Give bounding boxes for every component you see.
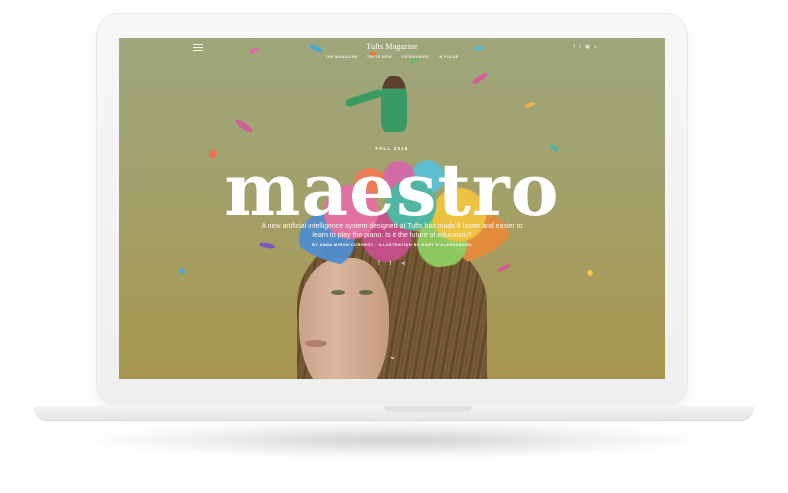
nav-link-categories[interactable]: CATEGORIES [401, 55, 429, 59]
face-illustration [299, 258, 389, 379]
conductor-figure [381, 76, 407, 132]
nav-link-magazine[interactable]: THE MAGAZINE [325, 55, 357, 59]
article-byline: BY ANNA MIRON·CORGEOT · ILLUSTRATION BY … [312, 243, 472, 247]
laptop-mockup: Tufts Magazine THE MAGAZINE TUFTS NOW CA… [0, 0, 788, 493]
chevron-down-icon[interactable]: ⌄ [388, 352, 397, 361]
facebook-icon[interactable]: f [378, 261, 380, 267]
nav-social: f t ▣ ⌕ [571, 44, 598, 50]
instagram-icon[interactable]: ▣ [585, 44, 590, 50]
laptop-screen: Tufts Magazine THE MAGAZINE TUFTS NOW CA… [119, 38, 665, 379]
right-eye [359, 290, 373, 295]
twitter-icon[interactable]: t [389, 261, 391, 267]
article-subhead: A new artificial intelligence system des… [261, 223, 523, 239]
laptop-notch [384, 406, 472, 412]
share-icon[interactable]: ⋖ [401, 261, 406, 267]
nav-link-tufts-now[interactable]: TUFTS NOW [367, 55, 392, 59]
confetti [523, 101, 537, 109]
nav-link-in-focus[interactable]: IN FOCUS [438, 55, 458, 59]
lips [305, 340, 327, 347]
confetti [179, 268, 185, 274]
confetti [234, 117, 254, 135]
confetti [587, 270, 593, 276]
facebook-icon[interactable]: f [574, 44, 575, 50]
twitter-icon[interactable]: t [579, 44, 580, 50]
laptop-shadow [70, 420, 720, 460]
left-eye [331, 290, 345, 295]
conductor-arm [344, 88, 384, 108]
confetti [471, 71, 489, 86]
nav-links: THE MAGAZINE TUFTS NOW CATEGORIES IN FOC… [119, 55, 665, 59]
laptop-base [34, 406, 754, 420]
share-bar: f t ⋖ [119, 260, 665, 267]
article-headline: maestro [224, 147, 560, 232]
search-icon[interactable]: ⌕ [594, 44, 597, 50]
